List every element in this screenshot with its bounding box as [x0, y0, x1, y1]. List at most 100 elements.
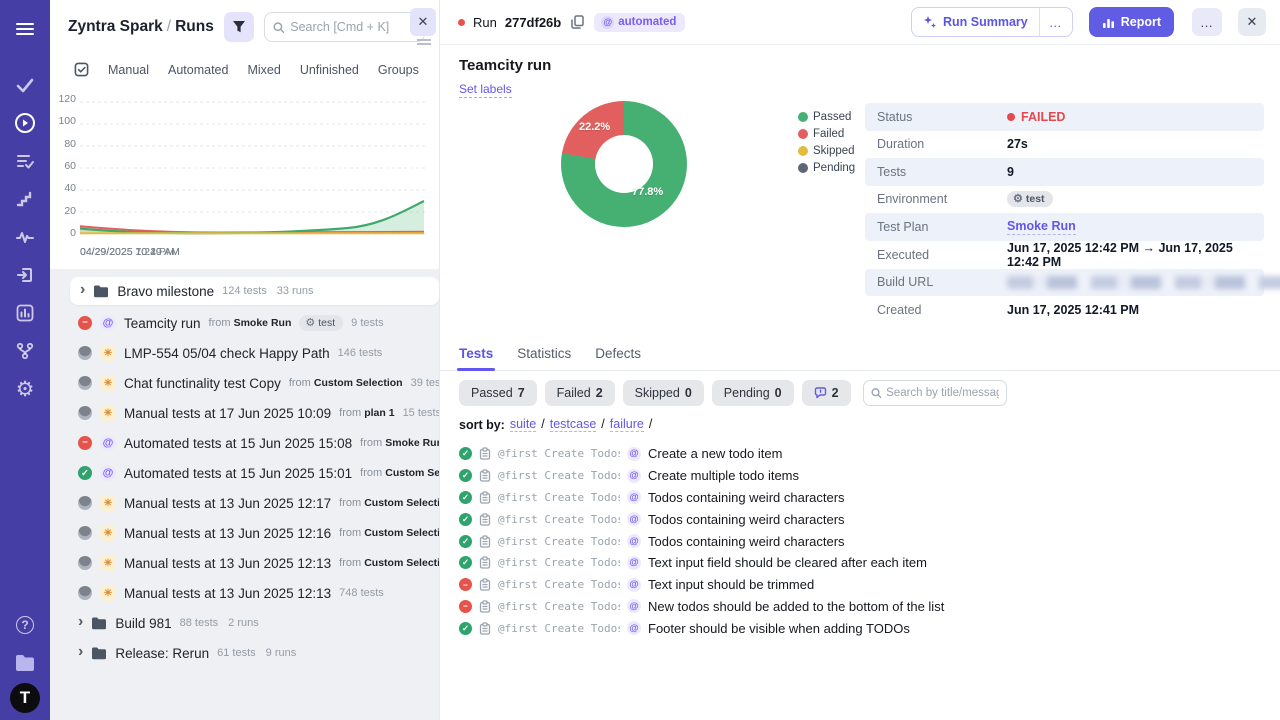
run-name: Chat functinality test Copy	[124, 375, 281, 391]
clipboard-icon	[479, 513, 491, 526]
tests-search[interactable]	[862, 380, 1007, 406]
list-check-icon[interactable]	[0, 142, 50, 180]
automated-icon	[627, 577, 641, 592]
test-row[interactable]: @first Create Todos... Text input should…	[459, 574, 1270, 596]
tests-search-input[interactable]	[886, 387, 999, 399]
run-list-item[interactable]: Chat functinality test Copy from Custom …	[50, 368, 439, 398]
panel-resize-handle[interactable]	[417, 39, 431, 45]
filter-chip[interactable]: Skipped 0	[622, 380, 704, 406]
filter-chip[interactable]: Failed 2	[544, 380, 615, 406]
run-filter-tab[interactable]: Groups	[378, 63, 419, 77]
copy-run-id-button[interactable]	[569, 13, 586, 31]
run-list-item[interactable]: Automated tests at 15 Jun 2025 15:01 fro…	[50, 458, 439, 488]
chevron-right-icon[interactable]: ›	[78, 613, 83, 630]
help-icon[interactable]: ?	[0, 606, 50, 644]
run-filter-tab[interactable]: Mixed	[247, 63, 280, 77]
select-all-icon[interactable]	[74, 62, 89, 77]
run-source: Custom Selection	[364, 527, 439, 539]
run-list-item[interactable]: Manual tests at 13 Jun 2025 12:13 from C…	[50, 548, 439, 578]
test-suite-name: @first Create Todos...	[498, 578, 620, 592]
close-panel-button[interactable]: ✕	[410, 8, 436, 36]
search-input[interactable]	[290, 20, 416, 34]
test-row[interactable]: @first Create Todos... Create a new todo…	[459, 443, 1270, 465]
run-list-item[interactable]: Manual tests at 13 Jun 2025 12:17 from C…	[50, 488, 439, 518]
chevron-right-icon[interactable]: ›	[80, 281, 85, 298]
gear-icon[interactable]: ⚙	[0, 370, 50, 408]
automated-badge: @ automated	[594, 12, 686, 32]
run-name: Teamcity run	[124, 315, 201, 331]
run-tests-count: 124 tests	[222, 285, 267, 297]
app-sidebar: ⚙ ? T	[0, 0, 50, 720]
filter-button[interactable]	[223, 12, 254, 42]
folder-icon	[91, 647, 107, 660]
detail-value: Jun 17, 2025 12:42 PM → Jun 17, 2025 12:…	[1007, 240, 1233, 269]
test-row[interactable]: @first Create Todos... Todos containing …	[459, 530, 1270, 552]
project-name[interactable]: Zyntra Spark	[68, 18, 163, 35]
run-filter-tab[interactable]: Unfinished	[300, 63, 359, 77]
run-summary-button[interactable]: Run Summary	[912, 15, 1039, 29]
automated-icon: @	[601, 15, 615, 29]
run-list-item[interactable]: › Build 981 88 tests 2 runs	[50, 608, 439, 638]
filter-chip[interactable]: Pending 0	[711, 380, 794, 406]
sign-in-icon[interactable]	[0, 256, 50, 294]
run-list-item[interactable]: › Bravo milestone 124 tests 33 runs	[70, 277, 439, 305]
detail-tab[interactable]: Statistics	[517, 346, 571, 370]
steps-icon[interactable]	[0, 180, 50, 218]
run-list-item[interactable]: LMP-554 05/04 check Happy Path 146 tests	[50, 338, 439, 368]
run-kind-icon	[100, 345, 116, 361]
run-list-item[interactable]: Manual tests at 13 Jun 2025 12:16 from C…	[50, 518, 439, 548]
automated-icon	[627, 490, 641, 505]
status-value: FAILED	[1007, 110, 1065, 124]
filter-chip[interactable]: Passed 7	[459, 380, 537, 406]
detail-label: Environment	[877, 192, 948, 207]
run-name: Build 981	[115, 615, 172, 631]
test-plan-link[interactable]: Smoke Run	[1007, 219, 1076, 235]
run-filter-tab[interactable]: Manual	[108, 63, 149, 77]
close-run-button[interactable]: ✕	[1238, 8, 1266, 36]
run-list-item[interactable]: Teamcity run from Smoke Run ⚙test 9 test…	[50, 308, 439, 338]
test-title: Create a new todo item	[648, 446, 783, 462]
report-button[interactable]: Report	[1088, 7, 1174, 37]
test-row[interactable]: @first Create Todos... Create multiple t…	[459, 465, 1270, 487]
pulse-icon[interactable]	[0, 218, 50, 256]
play-circle-icon[interactable]	[0, 104, 50, 142]
sort-option-link[interactable]: suite	[509, 417, 537, 432]
detail-tab[interactable]: Tests	[456, 346, 496, 371]
test-row[interactable]: @first Create Todos... Todos containing …	[459, 508, 1270, 530]
run-filter-tab[interactable]: Automated	[168, 63, 228, 77]
run-source: Smoke Run	[385, 437, 439, 449]
sort-option-link[interactable]: failure	[609, 417, 644, 432]
run-summary-more-button[interactable]: …	[1038, 8, 1072, 36]
filter-chip[interactable]: 2	[801, 380, 851, 406]
bar-chart-icon[interactable]	[0, 294, 50, 332]
run-id: 277df26b	[504, 14, 562, 30]
breadcrumb: Zyntra Spark / Runs	[68, 18, 214, 35]
run-list-item[interactable]: Manual tests at 13 Jun 2025 12:13 748 te…	[50, 578, 439, 608]
gear-icon: ⚙	[305, 316, 316, 329]
detail-value: 9	[1007, 164, 1014, 179]
run-list-item[interactable]: Manual tests at 17 Jun 2025 10:09 from p…	[50, 398, 439, 428]
menu-icon[interactable]	[0, 10, 50, 48]
runs-search[interactable]	[263, 12, 425, 42]
run-source: Custom Selection	[313, 377, 403, 389]
run-list-item[interactable]: Automated tests at 15 Jun 2025 15:08 fro…	[50, 428, 439, 458]
page-title: Runs	[175, 18, 214, 35]
chevron-right-icon[interactable]: ›	[78, 643, 83, 660]
more-actions-button[interactable]: …	[1192, 8, 1222, 36]
test-row[interactable]: @first Create Todos... New todos should …	[459, 596, 1270, 618]
branch-icon[interactable]	[0, 332, 50, 370]
test-row[interactable]: @first Create Todos... Todos containing …	[459, 487, 1270, 509]
run-list-item[interactable]: › Release: Rerun 61 tests 9 runs	[50, 638, 439, 668]
test-row[interactable]: @first Create Todos... Text input field …	[459, 552, 1270, 574]
sort-option-link[interactable]: testcase	[549, 417, 597, 432]
automated-icon	[627, 599, 641, 614]
test-row[interactable]: @first Create Todos... Footer should be …	[459, 617, 1270, 639]
test-status-icon	[459, 599, 472, 613]
folder-icon[interactable]	[0, 644, 50, 682]
area-chart-canvas	[80, 101, 426, 235]
user-logo[interactable]: T	[0, 682, 50, 720]
set-labels-link[interactable]: Set labels	[459, 82, 512, 98]
check-icon[interactable]	[0, 66, 50, 104]
detail-tab[interactable]: Defects	[595, 346, 641, 370]
run-name: LMP-554 05/04 check Happy Path	[124, 345, 330, 361]
